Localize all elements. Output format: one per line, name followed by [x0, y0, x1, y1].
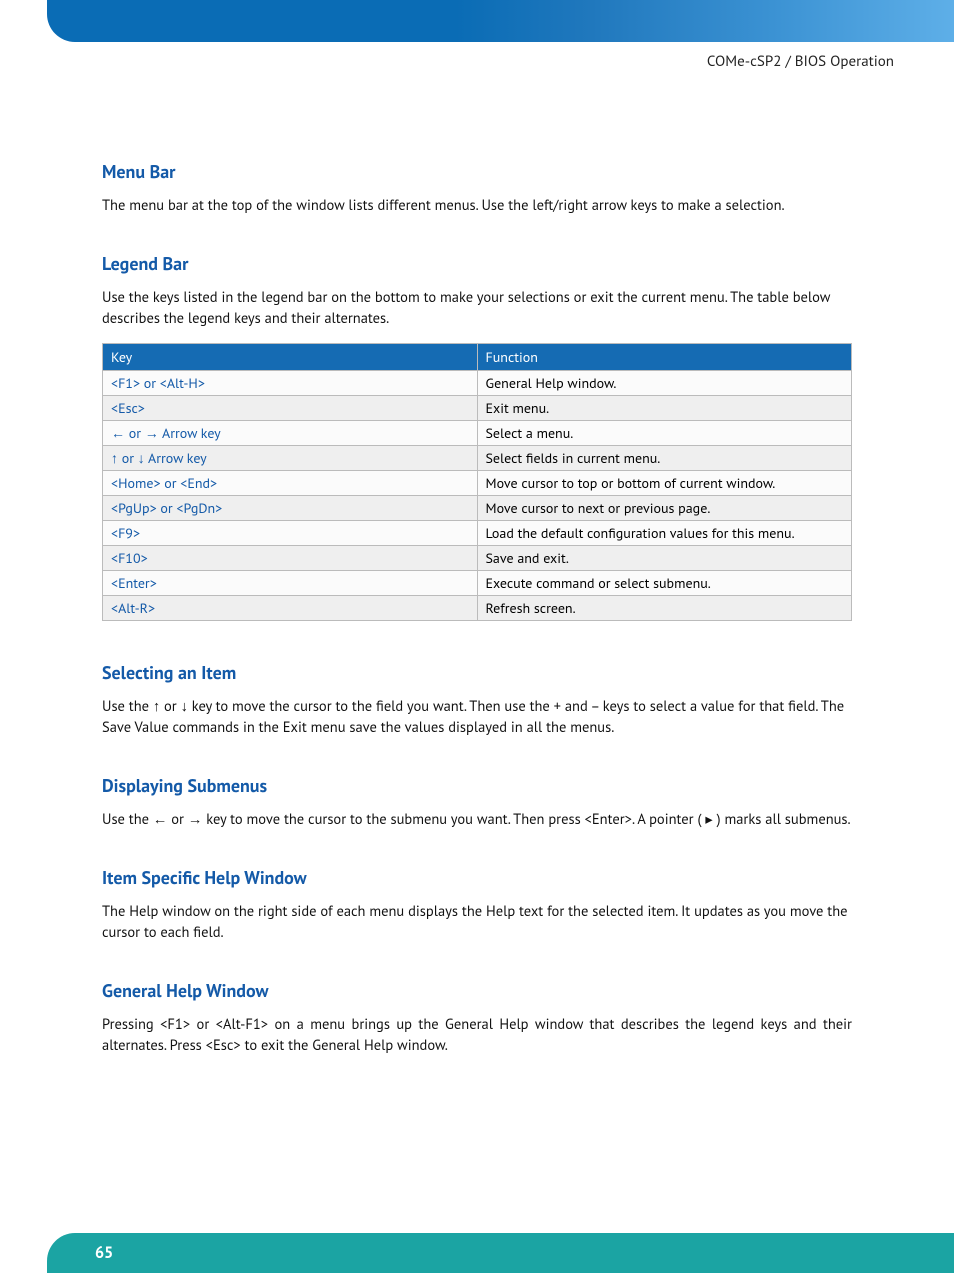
page-number: 65 — [95, 1243, 113, 1263]
table-row: <PgUp> or <PgDn>Move cursor to next or p… — [103, 496, 852, 521]
function-cell: Execute command or select submenu. — [477, 571, 852, 596]
section-title: General Help Window — [102, 979, 852, 1002]
table-row: ← or → Arrow keySelect a menu. — [103, 421, 852, 446]
table-row: <Alt-R>Refresh screen. — [103, 596, 852, 621]
key-cell: <PgUp> or <PgDn> — [103, 496, 478, 521]
legend-keys-table: Key Function <F1> or <Alt-H>General Help… — [102, 343, 852, 621]
section-body: The Help window on the right side of eac… — [102, 901, 852, 943]
key-cell: ← or → Arrow key — [103, 421, 478, 446]
table-row: <Home> or <End>Move cursor to top or bot… — [103, 471, 852, 496]
table-row: <F10>Save and exit. — [103, 546, 852, 571]
section-submenus: Displaying Submenus Use the ← or → key t… — [102, 774, 852, 830]
function-cell: Save and exit. — [477, 546, 852, 571]
section-title: Selecting an Item — [102, 661, 852, 684]
function-cell: Exit menu. — [477, 396, 852, 421]
section-body: Use the ↑ or ↓ key to move the cursor to… — [102, 696, 852, 738]
col-header-key: Key — [103, 344, 478, 371]
footer-bar: 65 — [47, 1233, 954, 1273]
header-accent-bar — [47, 0, 954, 42]
section-body: The menu bar at the top of the window li… — [102, 195, 852, 216]
key-cell: ↑ or ↓ Arrow key — [103, 446, 478, 471]
section-title: Legend Bar — [102, 252, 852, 275]
section-title: Displaying Submenus — [102, 774, 852, 797]
function-cell: Select fields in current menu. — [477, 446, 852, 471]
section-body: Use the keys listed in the legend bar on… — [102, 287, 852, 329]
function-cell: Move cursor to top or bottom of current … — [477, 471, 852, 496]
section-legend-bar: Legend Bar Use the keys listed in the le… — [102, 252, 852, 621]
section-menu-bar: Menu Bar The menu bar at the top of the … — [102, 160, 852, 216]
table-row: <F9>Load the default configuration value… — [103, 521, 852, 546]
page-content: Menu Bar The menu bar at the top of the … — [102, 160, 852, 1092]
key-cell: <Esc> — [103, 396, 478, 421]
function-cell: General Help window. — [477, 371, 852, 396]
section-selecting-item: Selecting an Item Use the ↑ or ↓ key to … — [102, 661, 852, 738]
section-title: Item Specific Help Window — [102, 866, 852, 889]
section-item-help: Item Specific Help Window The Help windo… — [102, 866, 852, 943]
key-cell: <F10> — [103, 546, 478, 571]
function-cell: Refresh screen. — [477, 596, 852, 621]
key-cell: <Enter> — [103, 571, 478, 596]
key-cell: <F9> — [103, 521, 478, 546]
function-cell: Select a menu. — [477, 421, 852, 446]
section-body: Use the ← or → key to move the cursor to… — [102, 809, 852, 830]
section-general-help: General Help Window Pressing <F1> or <Al… — [102, 979, 852, 1056]
section-title: Menu Bar — [102, 160, 852, 183]
table-row: <F1> or <Alt-H>General Help window. — [103, 371, 852, 396]
table-row: <Esc>Exit menu. — [103, 396, 852, 421]
breadcrumb: COMe-cSP2 / BIOS Operation — [707, 52, 894, 71]
key-cell: <F1> or <Alt-H> — [103, 371, 478, 396]
function-cell: Load the default configuration values fo… — [477, 521, 852, 546]
section-body: Pressing <F1> or <Alt-F1> on a menu brin… — [102, 1014, 852, 1056]
table-row: ↑ or ↓ Arrow keySelect fields in current… — [103, 446, 852, 471]
function-cell: Move cursor to next or previous page. — [477, 496, 852, 521]
col-header-function: Function — [477, 344, 852, 371]
key-cell: <Home> or <End> — [103, 471, 478, 496]
table-row: <Enter>Execute command or select submenu… — [103, 571, 852, 596]
key-cell: <Alt-R> — [103, 596, 478, 621]
